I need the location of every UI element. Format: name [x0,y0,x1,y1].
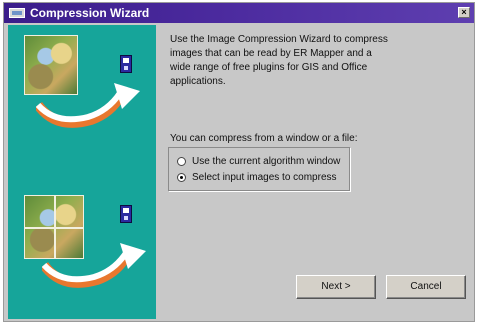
radio-button[interactable] [177,156,186,166]
wizard-description: Use the Image Compression Wizard to comp… [170,33,400,89]
window-title: Compression Wizard [30,6,150,20]
close-button[interactable]: × [458,7,470,18]
wizard-content: Use the Image Compression Wizard to comp… [164,25,470,319]
description-line: Use the Image Compression Wizard to comp… [170,34,388,45]
description-line: wide range of free plugins for GIS and O… [170,62,368,73]
source-question-label: You can compress from a window or a file… [170,133,358,144]
radio-button[interactable] [177,172,186,182]
option-select-input-images[interactable]: Select input images to compress [177,170,337,184]
option-label: Select input images to compress [192,171,337,183]
title-bar[interactable]: Compression Wizard × [4,3,474,23]
next-button[interactable]: Next > [296,275,376,299]
curved-arrow-icon [42,243,146,288]
app-window-icon [9,8,25,18]
curved-arrow-icon [36,83,140,128]
cancel-button[interactable]: Cancel [386,275,466,299]
floppy-disk-icon [120,55,132,73]
source-option-group: Use the current algorithm window Select … [168,147,350,191]
floppy-disk-icon [120,205,132,223]
description-line: images that can be read by ER Mapper and… [170,48,372,59]
option-label: Use the current algorithm window [192,155,341,167]
wizard-illustration-panel [8,25,156,319]
description-line: applications. [170,76,226,87]
compression-wizard-dialog: Compression Wizard × Use the Image Compr… [3,2,475,322]
option-current-algorithm[interactable]: Use the current algorithm window [177,154,340,168]
